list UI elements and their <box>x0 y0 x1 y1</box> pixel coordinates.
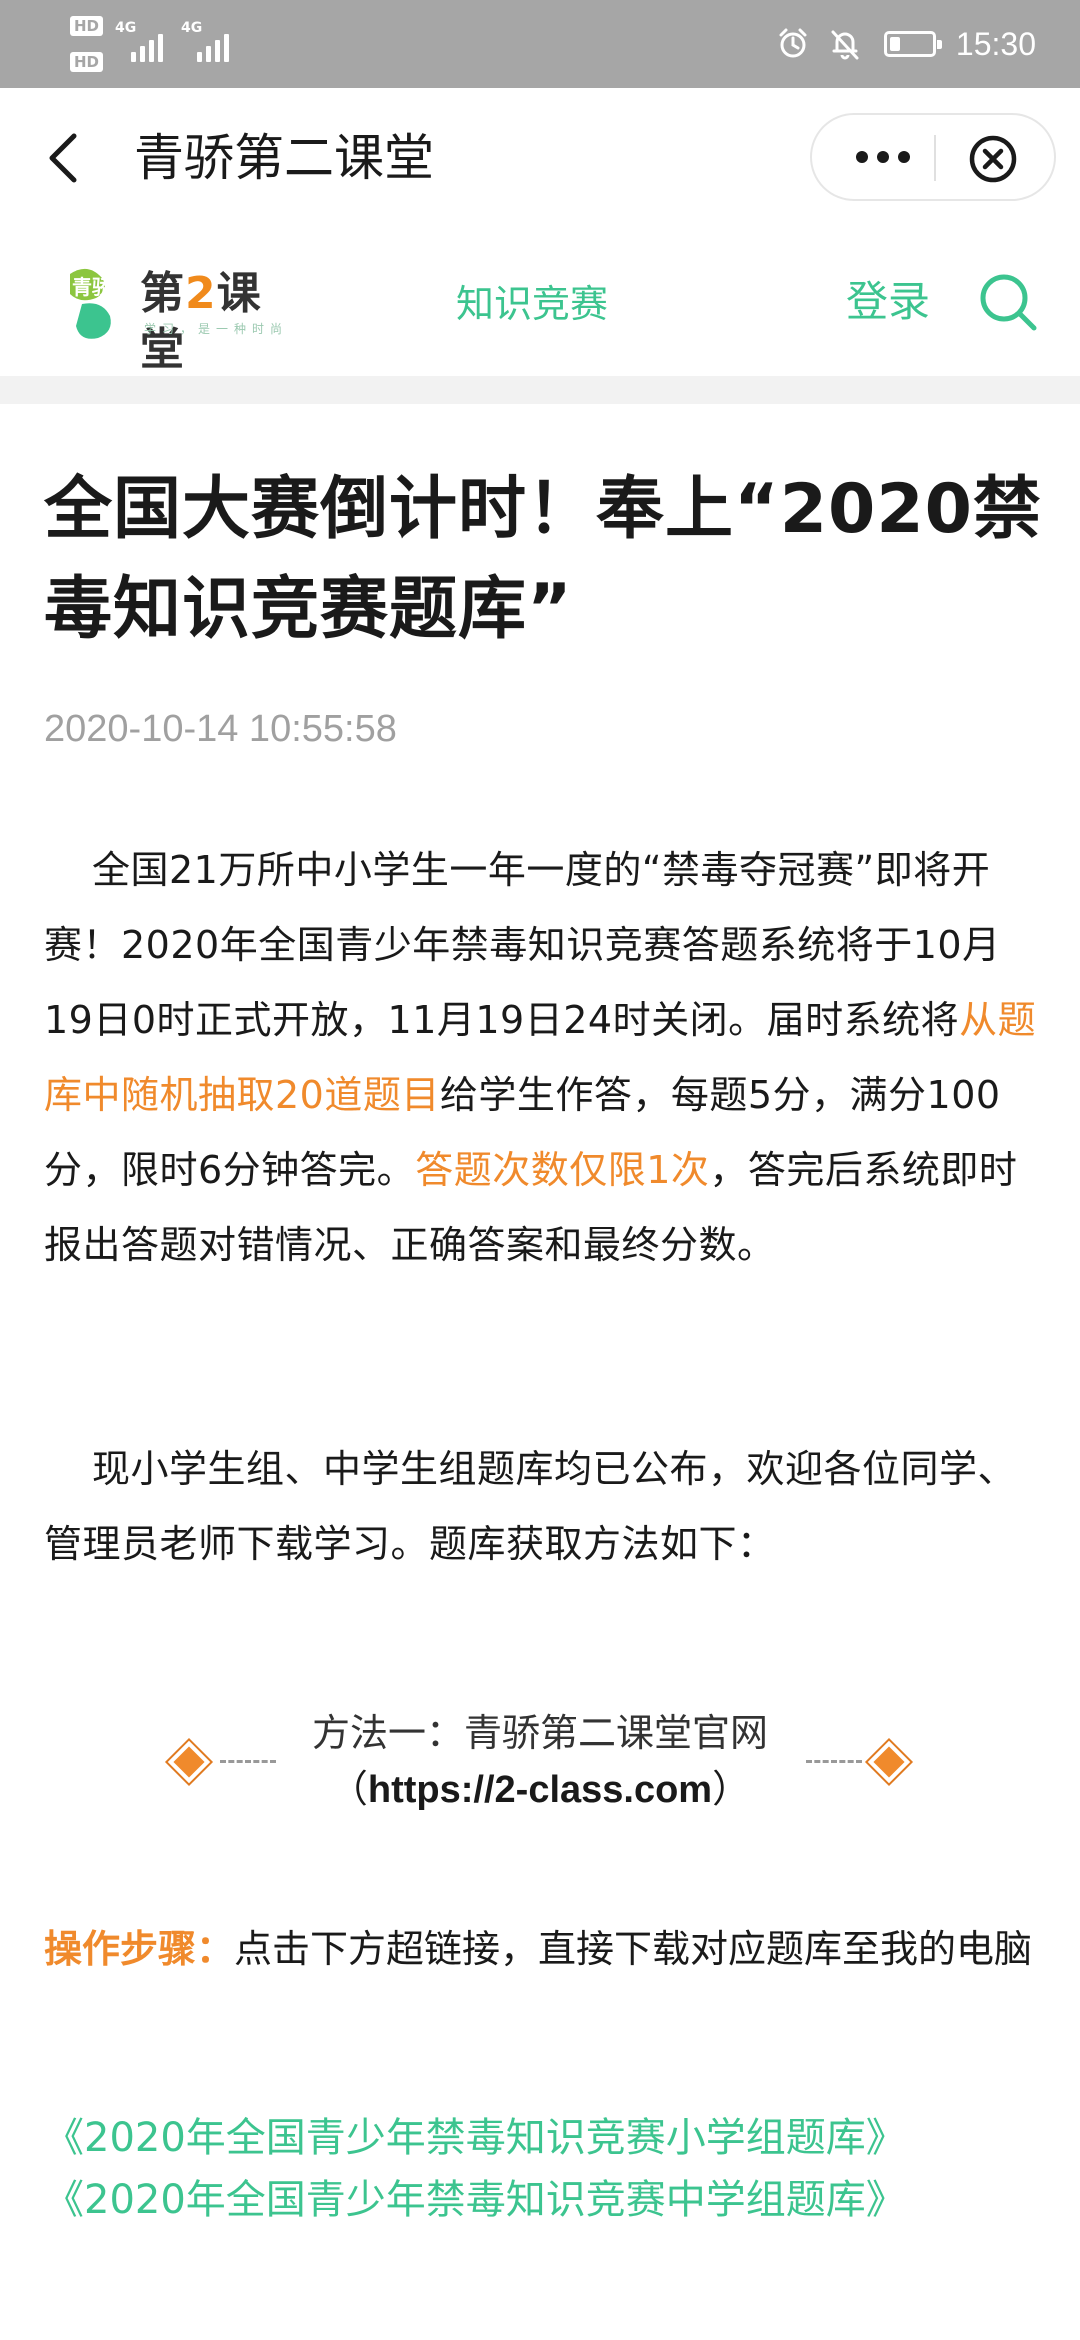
login-link[interactable]: 登录 <box>846 274 930 330</box>
section-divider <box>0 376 1080 404</box>
more-options-icon[interactable] <box>856 151 919 163</box>
site-header: 青骄 第2课堂 学习，是一种时尚 知识竞赛 登录 <box>0 230 1080 376</box>
capsule-divider <box>934 135 936 181</box>
method-one-block: 方法一：青骄第二课堂官网 （https://2-class.com） <box>0 1700 1080 1830</box>
alarm-icon <box>779 28 807 58</box>
network-type-2: 4G <box>181 20 203 36</box>
method-url[interactable]: （https://2-class.com） <box>0 1764 1080 1815</box>
logo-qing-text: 青骄 <box>72 275 113 299</box>
logo-slogan: 学习，是一种时尚 <box>144 322 289 336</box>
download-middle-school-bank[interactable]: 《2020年全国青少年禁毒知识竞赛中学组题库》 <box>44 2169 906 2231</box>
status-bar: HD HD 4G 4G 15:30 <box>0 0 1080 88</box>
logo-qing-mark: 青骄 <box>70 268 113 339</box>
dash-right <box>806 1760 862 1763</box>
clock: 15:30 <box>955 25 1036 62</box>
back-arrow-icon[interactable] <box>36 126 96 190</box>
knowledge-contest-link[interactable]: 知识竞赛 <box>456 276 608 332</box>
site-logo[interactable]: 青骄 第2课堂 学习，是一种时尚 <box>62 264 302 375</box>
search-icon[interactable] <box>976 270 1040 334</box>
signal-icon-sim1: 4G <box>115 20 164 62</box>
battery-level <box>889 37 900 51</box>
article-paragraph-2: 现小学生组、中学生组题库均已公布，欢迎各位同学、管理员老师下载学习。题库获取方法… <box>44 1432 1040 1582</box>
url-paren-close: ） <box>712 1767 751 1811</box>
steps-label: 操作步骤： <box>44 1927 235 1971</box>
highlight-one-attempt: 答题次数仅限1次 <box>415 1148 710 1192</box>
mini-program-capsule <box>810 113 1056 201</box>
logo-wordmark-prefix: 第 <box>140 268 185 319</box>
operation-steps: 操作步骤：点击下方超链接，直接下载对应题库至我的电脑 <box>44 1918 1040 1981</box>
method-title: 方法一：青骄第二课堂官网 <box>311 1711 768 1755</box>
article-title: 全国大赛倒计时！奉上“2020禁毒知识竞赛题库” <box>44 470 1042 649</box>
status-bar-right: 15:30 <box>758 0 1036 88</box>
hd-badge-2: HD <box>70 52 104 72</box>
paragraph-2-text: 现小学生组、中学生组题库均已公布，欢迎各位同学、管理员老师下载学习。题库获取方法… <box>44 1447 1017 1566</box>
paragraph-1-text-a: 全国21万所中小学生一年一度的“禁毒夺冠赛”即将开赛！2020年全国青少年禁毒知… <box>44 848 1001 1042</box>
page-title: 青骄第二课堂 <box>134 129 434 187</box>
nav-bar: 青骄第二课堂 <box>0 88 1080 230</box>
mute-bell-icon <box>831 30 859 60</box>
signal-icon-sim2: 4G <box>181 20 230 62</box>
hd-indicators: HD HD <box>70 16 104 72</box>
close-circle-icon[interactable] <box>967 133 1019 185</box>
article-paragraph-1: 全国21万所中小学生一年一度的“禁毒夺冠赛”即将开赛！2020年全国青少年禁毒知… <box>44 833 1040 1283</box>
logo-wordmark-two: 2 <box>185 268 217 319</box>
status-bar-left: HD HD 4G 4G <box>70 16 247 72</box>
network-type-1: 4G <box>115 20 137 36</box>
dash-left <box>220 1760 276 1763</box>
article-date: 2020-10-14 10:55:58 <box>44 708 397 750</box>
battery-icon <box>883 31 942 57</box>
hd-badge-1: HD <box>70 16 104 36</box>
url-paren-open: （ <box>329 1767 368 1811</box>
official-site-url[interactable]: https://2-class.com <box>368 1769 712 1811</box>
steps-text: 点击下方超链接，直接下载对应题库至我的电脑 <box>234 1927 1033 1971</box>
download-primary-school-bank[interactable]: 《2020年全国青少年禁毒知识竞赛小学组题库》 <box>44 2107 906 2169</box>
